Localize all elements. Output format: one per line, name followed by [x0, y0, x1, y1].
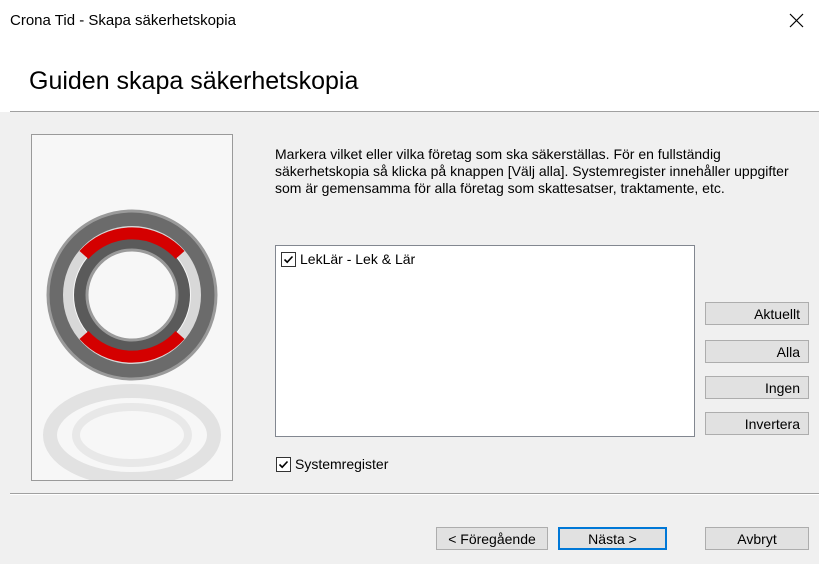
instructions-text: Markera vilket eller vilka företag som s… [275, 146, 789, 196]
window-title: Crona Tid - Skapa säkerhetskopia [10, 12, 236, 29]
cancel-button[interactable]: Avbryt [705, 527, 809, 550]
lifebuoy-icon [43, 209, 221, 480]
check-icon [283, 255, 294, 263]
wizard-body: Markera vilket eller vilka företag som s… [0, 112, 819, 564]
system-register-option[interactable]: Systemregister [276, 455, 388, 473]
close-icon[interactable] [786, 10, 808, 32]
wizard-header: Guiden skapa säkerhetskopia [0, 40, 819, 110]
company-label: LekLär - Lek & Lär [300, 251, 416, 267]
title-bar: Crona Tid - Skapa säkerhetskopia [0, 0, 819, 40]
system-register-label: Systemregister [295, 456, 389, 472]
page-title: Guiden skapa säkerhetskopia [29, 67, 359, 95]
back-button[interactable]: < Föregående [436, 527, 548, 550]
company-checkbox[interactable] [281, 251, 296, 267]
footer-divider [10, 493, 819, 495]
company-list[interactable]: LekLär - Lek & Lär [275, 245, 695, 437]
next-button[interactable]: Nästa > [558, 527, 667, 550]
select-all-button[interactable]: Alla [705, 340, 809, 363]
current-button[interactable]: Aktuellt [705, 302, 809, 325]
system-register-checkbox[interactable] [276, 456, 291, 472]
select-none-button[interactable]: Ingen [705, 376, 809, 399]
list-item[interactable]: LekLär - Lek & Lär [281, 250, 415, 268]
check-icon [278, 460, 289, 468]
wizard-image [31, 134, 233, 481]
invert-button[interactable]: Invertera [705, 412, 809, 435]
